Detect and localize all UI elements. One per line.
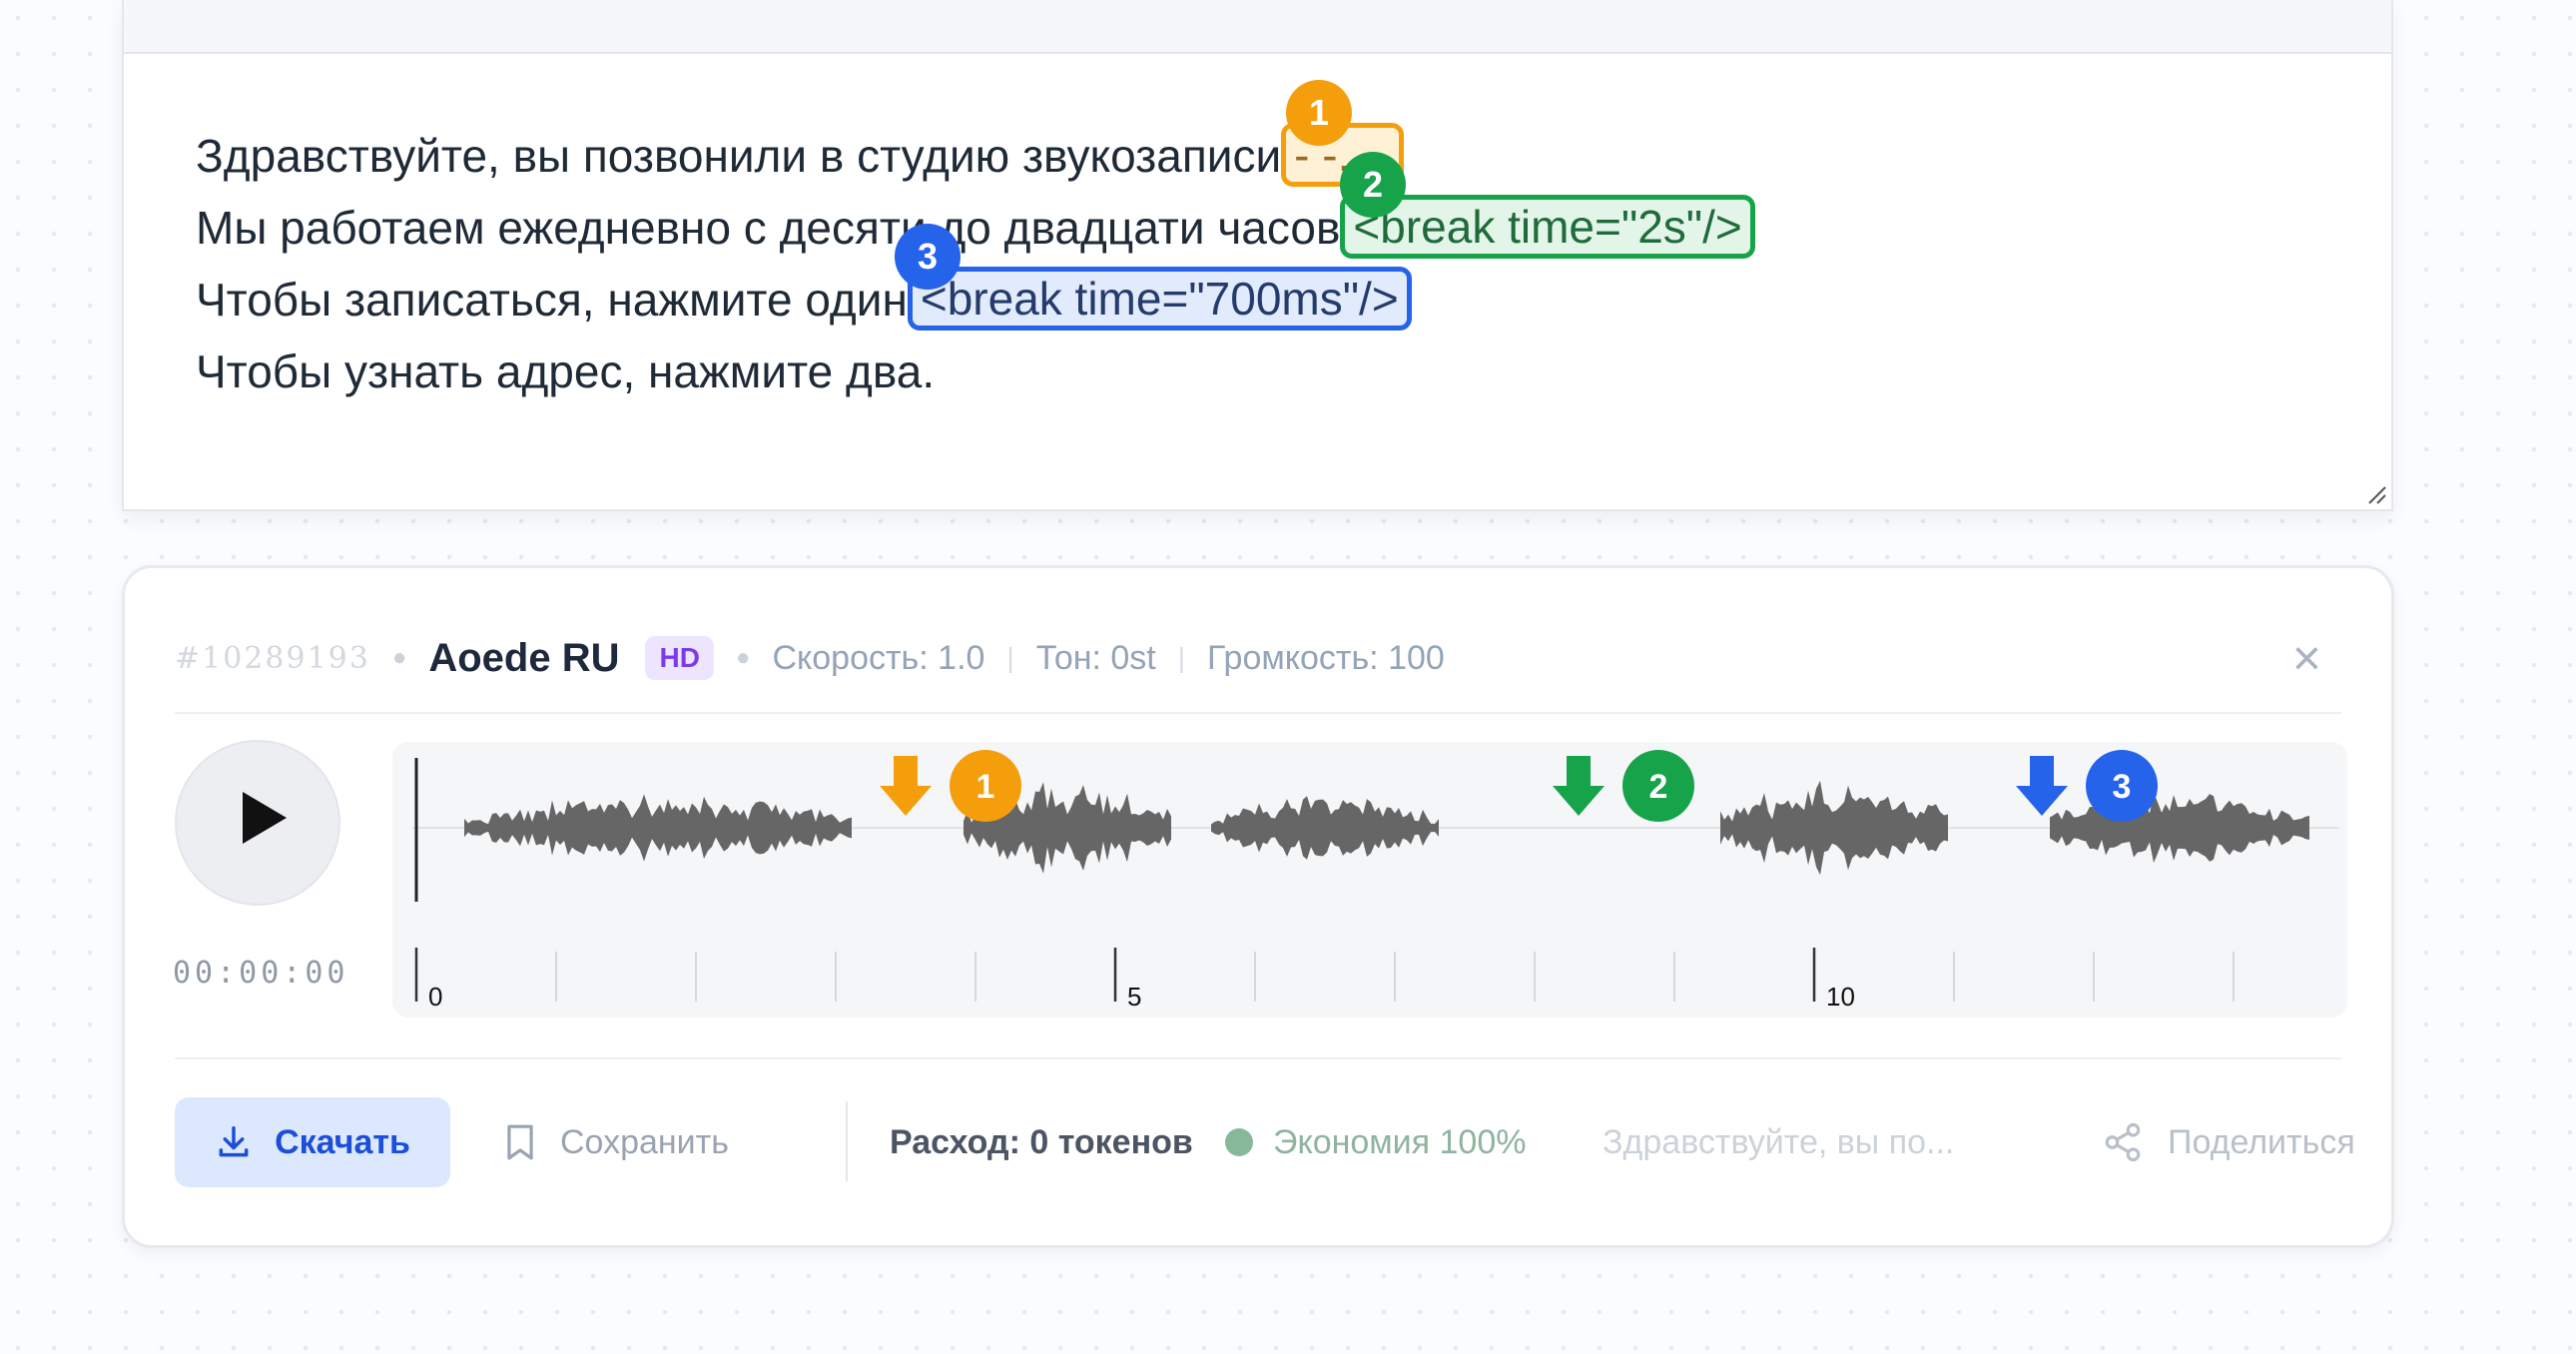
editor-badge-3: 3 [895, 224, 961, 290]
text-preview: Здравствуйте, вы по... [1603, 1123, 1955, 1161]
ruler-label: 0 [428, 982, 442, 1012]
download-label: Скачать [275, 1122, 410, 1161]
save-button[interactable]: Сохранить [504, 1097, 729, 1187]
tone-value: Тон: 0st [1035, 638, 1156, 677]
tag-break-700ms[interactable]: <break time="700ms"/> [907, 266, 1412, 331]
economy-label: Экономия 100% [1273, 1122, 1527, 1161]
waveform-segment [1211, 796, 1439, 860]
editor-text[interactable]: Здравствуйте, вы позвонили в студию звук… [196, 120, 2331, 407]
actions-bar: Скачать Сохранить Расход: 0 токенов Экон… [175, 1097, 2355, 1187]
generation-id: #10289193 [175, 640, 370, 676]
line-1-text: Здравствуйте, вы позвонили в студию звук… [196, 130, 1282, 182]
editor-toolbar [124, 0, 2391, 54]
waveform-segment [2050, 792, 2309, 864]
share-label: Поделиться [2168, 1122, 2355, 1161]
pause-arrow-icon [1553, 756, 1605, 816]
meta-separator: | [1177, 642, 1186, 673]
voice-name: Aoede RU [428, 635, 620, 680]
editor-line-4: Чтобы узнать адрес, нажмите два. [196, 336, 2331, 407]
audio-player-card: #10289193 ● Aoede RU HD ● Скорость: 1.0 … [122, 565, 2394, 1248]
speed-value: Скорость: 1.0 [772, 638, 985, 677]
pause-arrow-icon [880, 756, 932, 816]
pause-marker-number: 3 [2113, 768, 2132, 806]
download-button[interactable]: Скачать [175, 1097, 450, 1187]
line-3-text: Чтобы записаться, нажмите один [196, 274, 908, 326]
economy-indicator: Экономия 100% [1225, 1097, 1526, 1187]
meta-dot: ● [735, 644, 751, 671]
pause-marker-number: 2 [1649, 768, 1668, 806]
bookmark-icon [507, 1124, 533, 1160]
line-4-text: Чтобы узнать адрес, нажмите два. [196, 345, 936, 397]
play-icon [243, 792, 287, 844]
download-icon [219, 1126, 249, 1157]
line-2-text: Мы работаем ежедневно с десяти до двадца… [196, 202, 1341, 254]
share-button[interactable]: Поделиться [2102, 1097, 2355, 1187]
divider [175, 1057, 2341, 1059]
quality-badge: HD [645, 636, 714, 680]
resize-handle-icon[interactable] [2365, 483, 2387, 505]
editor-line-2: Мы работаем ежедневно с десяти до двадца… [196, 192, 2331, 264]
pause-marker-number: 1 [976, 768, 995, 806]
ruler-label: 5 [1127, 982, 1141, 1012]
meta-separator: | [1006, 642, 1014, 673]
editor-line-1: Здравствуйте, вы позвонили в студию звук… [196, 120, 2331, 192]
meta-dot: ● [391, 644, 407, 671]
status-dot [1225, 1128, 1253, 1156]
editor-line-3: Чтобы записаться, нажмите один <break tim… [196, 264, 2331, 336]
timecode: 00:00:00 [173, 956, 349, 991]
editor-badge-1: 1 [1286, 80, 1352, 146]
divider [846, 1101, 848, 1181]
play-button[interactable] [175, 740, 340, 906]
waveform-segment [464, 794, 852, 862]
waveform-graphic[interactable]: 0 5 10 1 2 3 [392, 742, 2347, 1017]
token-cost: Расход: 0 токенов [890, 1123, 1193, 1161]
volume-value: Громкость: 100 [1207, 638, 1445, 677]
save-label: Сохранить [560, 1122, 729, 1161]
editor-badge-2: 2 [1340, 152, 1406, 218]
close-icon[interactable]: × [2292, 630, 2321, 686]
ssml-editor[interactable]: Здравствуйте, вы позвонили в студию звук… [122, 0, 2393, 511]
waveform[interactable]: 0 5 10 1 2 3 [392, 742, 2347, 1017]
divider [175, 712, 2341, 714]
tag-break-2s[interactable]: <break time="2s"/> [1340, 194, 1755, 259]
share-icon [2105, 1122, 2141, 1162]
player-meta: #10289193 ● Aoede RU HD ● Скорость: 1.0 … [175, 628, 2341, 688]
ruler-label: 10 [1826, 982, 1855, 1012]
waveform-segment [1720, 780, 1948, 876]
pause-arrow-icon [2016, 756, 2068, 816]
